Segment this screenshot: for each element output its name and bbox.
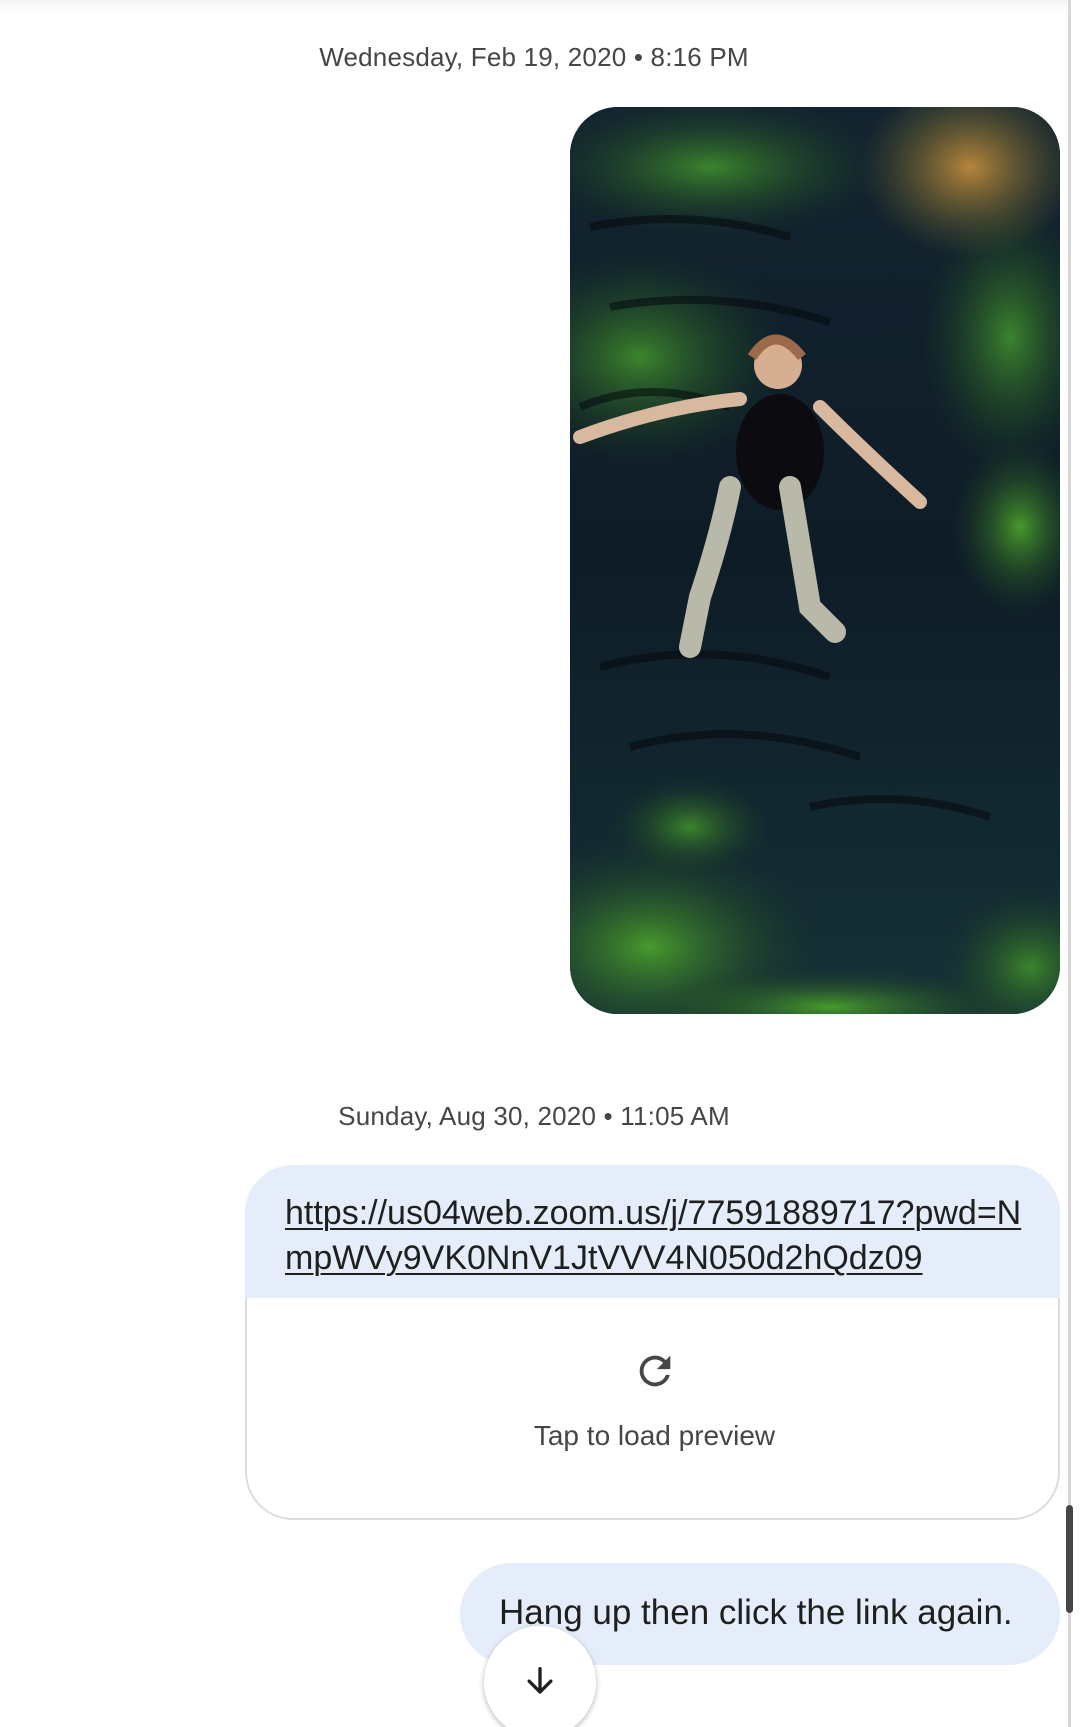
message-link[interactable]: https://us04web.zoom.us/j/77591889717?pw… bbox=[285, 1191, 1035, 1281]
scrollbar-thumb[interactable] bbox=[1066, 1505, 1073, 1613]
link-text-area: https://us04web.zoom.us/j/77591889717?pw… bbox=[245, 1165, 1060, 1298]
arrow-down-icon bbox=[527, 1667, 553, 1694]
scroll-to-bottom-button[interactable] bbox=[484, 1626, 596, 1727]
timestamp-header: Wednesday, Feb 19, 2020 • 8:16 PM bbox=[319, 42, 749, 72]
top-fade bbox=[0, 0, 1068, 12]
preview-label: Tap to load preview bbox=[533, 1420, 776, 1451]
timestamp-header: Sunday, Aug 30, 2020 • 11:05 AM bbox=[338, 1101, 730, 1131]
refresh-icon bbox=[639, 1355, 671, 1387]
swimmer-photo bbox=[570, 107, 1060, 1014]
message-text: Hang up then click the link again. bbox=[499, 1593, 1013, 1632]
link-message[interactable]: https://us04web.zoom.us/j/77591889717?pw… bbox=[245, 1165, 1060, 1520]
photo-message[interactable] bbox=[570, 107, 1060, 1014]
message-thread: Wednesday, Feb 19, 2020 • 8:16 PM Sunday… bbox=[0, 0, 1080, 1727]
scrollbar-track[interactable] bbox=[1068, 0, 1071, 1727]
link-preview-card[interactable]: Tap to load preview bbox=[245, 1298, 1060, 1520]
